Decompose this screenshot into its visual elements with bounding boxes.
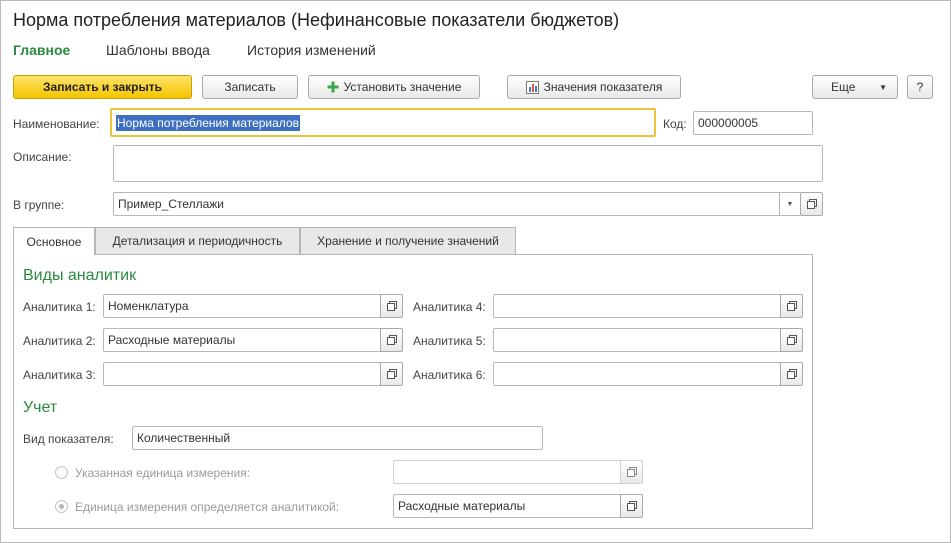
open-icon	[626, 501, 637, 511]
analytics-3-open-button[interactable]	[380, 362, 403, 386]
analytics-2-label: Аналитика 2:	[23, 334, 96, 348]
code-value: 000000005	[698, 116, 759, 130]
more-label: Еще	[831, 80, 856, 94]
unit-specified-open-button[interactable]	[620, 460, 643, 484]
tab-storage-label: Хранение и получение значений	[317, 234, 499, 248]
description-label: Описание:	[13, 150, 72, 164]
group-dropdown-button[interactable]: ▼	[779, 193, 800, 215]
open-icon	[786, 301, 797, 311]
group-open-button[interactable]	[800, 192, 823, 216]
unit-by-analytics-value: Расходные материалы	[398, 499, 526, 513]
save-button[interactable]: Записать	[202, 75, 298, 99]
group-input[interactable]: Пример_Стеллажи ▼	[113, 192, 801, 216]
analytics-3-input[interactable]	[103, 362, 381, 386]
analytics-1-open-button[interactable]	[380, 294, 403, 318]
open-icon	[386, 335, 397, 345]
analytics-5-open-button[interactable]	[780, 328, 803, 352]
analytics-2-open-button[interactable]	[380, 328, 403, 352]
tab-detailing-periodicity[interactable]: Детализация и периодичность	[95, 227, 300, 254]
unit-by-analytics-input[interactable]: Расходные материалы	[393, 494, 621, 518]
code-input[interactable]: 000000005	[693, 111, 813, 135]
more-button[interactable]: Еще ▼	[812, 75, 898, 99]
analytics-3-label: Аналитика 3:	[23, 368, 96, 382]
unit-by-analytics-open-button[interactable]	[620, 494, 643, 518]
analytics-5-label: Аналитика 5:	[413, 334, 486, 348]
analytics-section-title: Виды аналитик	[23, 267, 137, 284]
open-icon	[626, 467, 637, 477]
set-value-button[interactable]: Установить значение	[308, 75, 480, 99]
analytics-6-open-button[interactable]	[780, 362, 803, 386]
nav-input-templates[interactable]: Шаблоны ввода	[106, 42, 210, 58]
save-and-close-label: Записать и закрыть	[43, 80, 162, 94]
analytics-4-input[interactable]	[493, 294, 781, 318]
description-input[interactable]	[113, 145, 823, 182]
indicator-values-label: Значения показателя	[543, 80, 663, 94]
indicator-type-input[interactable]: Количественный	[132, 426, 543, 450]
report-icon	[525, 80, 539, 94]
analytics-1-value: Номенклатура	[108, 299, 189, 313]
indicator-type-value: Количественный	[137, 431, 231, 445]
group-label: В группе:	[13, 198, 65, 212]
code-label: Код:	[663, 117, 687, 131]
analytics-5-input[interactable]	[493, 328, 781, 352]
analytics-4-open-button[interactable]	[780, 294, 803, 318]
unit-specified-radio[interactable]	[55, 466, 68, 479]
tab-main-label: Основное	[26, 234, 82, 249]
open-icon	[786, 335, 797, 345]
analytics-1-input[interactable]: Номенклатура	[103, 294, 381, 318]
unit-by-analytics-radio[interactable]	[55, 500, 68, 513]
unit-specified-input[interactable]	[393, 460, 621, 484]
nav-main[interactable]: Главное	[13, 42, 70, 58]
open-icon	[806, 199, 817, 209]
set-value-label: Установить значение	[343, 80, 462, 94]
indicator-type-label: Вид показателя:	[23, 432, 114, 446]
save-label: Записать	[224, 80, 276, 94]
accounting-section-title: Учет	[23, 399, 58, 416]
nav-change-history[interactable]: История изменений	[247, 42, 376, 58]
help-button[interactable]: ?	[907, 75, 933, 99]
open-icon	[386, 301, 397, 311]
name-input[interactable]: Норма потребления материалов	[110, 108, 656, 137]
analytics-6-label: Аналитика 6:	[413, 368, 486, 382]
name-value: Норма потребления материалов	[116, 114, 300, 131]
indicator-values-button[interactable]: Значения показателя	[507, 75, 681, 99]
help-label: ?	[916, 80, 924, 94]
open-icon	[786, 369, 797, 379]
analytics-2-value: Расходные материалы	[108, 333, 236, 347]
save-and-close-button[interactable]: Записать и закрыть	[13, 75, 192, 99]
group-value: Пример_Стеллажи	[118, 197, 224, 211]
open-icon	[386, 369, 397, 379]
name-label: Наименование:	[13, 117, 100, 131]
analytics-2-input[interactable]: Расходные материалы	[103, 328, 381, 352]
plus-icon	[327, 81, 339, 93]
window-title: Норма потребления материалов (Нефинансов…	[13, 10, 620, 30]
tab-detailing-label: Детализация и периодичность	[112, 234, 283, 248]
analytics-1-label: Аналитика 1:	[23, 300, 96, 314]
analytics-6-input[interactable]	[493, 362, 781, 386]
unit-by-analytics-label: Единица измерения определяется аналитико…	[75, 500, 340, 514]
tab-main[interactable]: Основное	[13, 227, 95, 255]
analytics-4-label: Аналитика 4:	[413, 300, 486, 314]
dropdown-arrow-icon: ▼	[786, 200, 794, 208]
tab-storage-values[interactable]: Хранение и получение значений	[300, 227, 516, 254]
unit-specified-label: Указанная единица измерения:	[75, 466, 251, 480]
dropdown-arrow-icon: ▼	[879, 82, 887, 92]
